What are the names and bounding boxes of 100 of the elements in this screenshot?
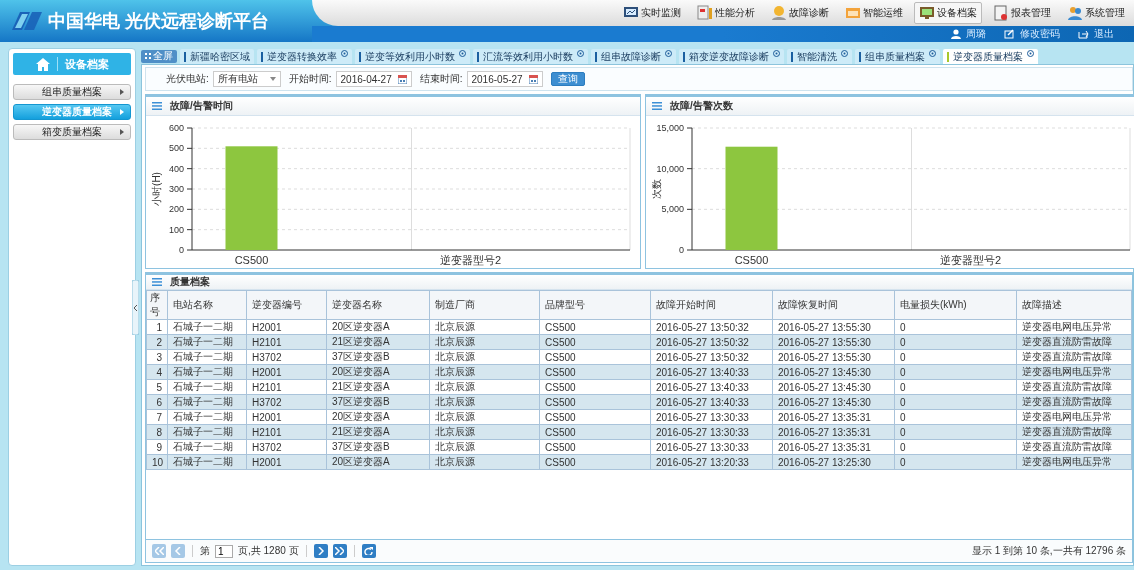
user-name: 周璐 — [966, 27, 986, 41]
table-cell: 21区逆变器A — [326, 379, 430, 395]
home-icon — [35, 57, 50, 71]
table-cell: H2001 — [246, 319, 327, 335]
tick-label: 100 — [168, 224, 184, 235]
tab[interactable]: 汇流等效利用小时数 — [473, 49, 588, 64]
tick-label: 600 — [168, 123, 184, 133]
column-header[interactable]: 故障开始时间 — [650, 290, 773, 320]
tab[interactable]: 组串故障诊断 — [591, 49, 676, 64]
column-header[interactable]: 故障恢复时间 — [772, 290, 895, 320]
close-icon[interactable] — [773, 50, 780, 57]
close-icon[interactable] — [577, 50, 584, 57]
column-header[interactable]: 故障描述 — [1016, 290, 1132, 320]
table-cell: 9 — [146, 439, 168, 455]
column-header[interactable]: 逆变器编号 — [246, 290, 327, 320]
table-cell: 37区逆变器B — [326, 439, 430, 455]
table-cell: 1 — [146, 319, 168, 335]
header-link[interactable]: 修改密码 — [1020, 27, 1060, 41]
table-cell: 北京辰源 — [429, 409, 540, 425]
column-header[interactable]: 品牌型号 — [539, 290, 651, 320]
tab[interactable]: 智能清洗 — [787, 49, 852, 64]
station-select[interactable]: 所有电站 — [212, 71, 281, 87]
app-title: 中国华电 光伏远程诊断平台 — [48, 10, 269, 33]
nav-button[interactable]: 智能运维 — [840, 2, 908, 24]
sidebar-item[interactable]: 箱变质量档案 — [13, 124, 131, 140]
calendar-icon — [397, 74, 407, 84]
category-label: 逆变器型号2 — [939, 254, 1002, 266]
field-label: 结束时间: — [419, 72, 463, 86]
document-icon — [993, 5, 1009, 21]
table-cell: H2001 — [246, 409, 327, 425]
nav-button[interactable]: 性能分析 — [692, 2, 760, 24]
next-page-button[interactable] — [313, 544, 328, 558]
close-icon[interactable] — [1027, 50, 1034, 57]
date-field[interactable]: 2016-04-27 — [335, 71, 412, 87]
table-cell: 2016-05-27 13:35:31 — [772, 409, 895, 425]
page-input[interactable]: 1 — [215, 544, 233, 558]
page-count: 页,共 1280 页 — [238, 544, 299, 558]
collapse-handle[interactable] — [132, 279, 139, 335]
table-cell: 石城子一二期 — [167, 439, 247, 455]
nav-button[interactable]: 故障诊断 — [766, 2, 834, 24]
date-field[interactable]: 2016-05-27 — [466, 71, 543, 87]
column-header[interactable]: 电量损失(kWh) — [894, 290, 1017, 320]
grid-icon — [145, 53, 151, 59]
tab[interactable]: 组串质量档案 — [855, 49, 940, 64]
nav-label: 报表管理 — [1011, 6, 1051, 20]
tick-label: 15,000 — [656, 123, 684, 133]
nav-button[interactable]: 实时监测 — [618, 2, 686, 24]
menu-icon — [652, 102, 662, 110]
sidebar-item[interactable]: 组串质量档案 — [13, 84, 131, 100]
nav-label: 性能分析 — [715, 6, 755, 20]
table-cell: 37区逆变器B — [326, 349, 430, 365]
field-label: 开始时间: — [288, 72, 332, 86]
table-cell: 0 — [894, 349, 1017, 365]
close-icon[interactable] — [841, 50, 848, 57]
menu-icon — [152, 102, 162, 110]
close-icon[interactable] — [341, 50, 348, 57]
tab[interactable]: 箱变逆变故障诊断 — [679, 49, 784, 64]
tab[interactable]: 新疆哈密区域 — [180, 49, 254, 64]
nav-button[interactable]: 报表管理 — [988, 2, 1056, 24]
chevron-icon — [120, 109, 124, 115]
logout-icon — [1078, 29, 1089, 39]
last-page-button[interactable] — [332, 544, 347, 558]
table-cell: H2101 — [246, 379, 327, 395]
table-cell: 2016-05-27 13:40:33 — [650, 379, 773, 395]
user-icon — [951, 29, 961, 39]
table-cell: 0 — [894, 379, 1017, 395]
first-page-icon — [154, 547, 164, 555]
query-button[interactable]: 查询 — [550, 72, 585, 86]
edit-icon — [1004, 29, 1015, 39]
nav-button[interactable]: 设备档案 — [914, 2, 982, 24]
column-header[interactable]: 逆变器名称 — [326, 290, 430, 320]
chart-icon — [697, 5, 713, 21]
close-icon[interactable] — [665, 50, 672, 57]
table-cell: 北京辰源 — [429, 439, 540, 455]
tab[interactable]: 逆变等效利用小时数 — [355, 49, 470, 64]
page-info: 显示 1 到第 10 条,一共有 12796 条 — [972, 544, 1126, 558]
header-link[interactable]: 退出 — [1094, 27, 1114, 41]
sidebar-title: 设备档案 — [64, 56, 109, 72]
close-icon[interactable] — [929, 50, 936, 57]
table-cell: 北京辰源 — [429, 319, 540, 335]
tick-label: 500 — [168, 143, 184, 154]
column-header[interactable]: 制造厂商 — [429, 290, 540, 320]
refresh-button[interactable] — [361, 544, 376, 558]
nav-button[interactable]: 系统管理 — [1062, 2, 1130, 24]
table-cell: 逆变器直流防雷故障 — [1016, 349, 1132, 365]
tick-label: 300 — [168, 184, 184, 194]
nav-label: 故障诊断 — [789, 6, 829, 20]
close-icon[interactable] — [459, 50, 466, 57]
refresh-icon — [364, 547, 374, 555]
column-header[interactable]: 序号 — [146, 290, 168, 320]
chevron-icon — [120, 129, 124, 135]
tab[interactable]: 逆变器转换效率 — [257, 49, 352, 64]
panel-title: 故障/告警次数 — [670, 99, 733, 113]
table-cell: 2016-05-27 13:35:31 — [772, 439, 895, 455]
table-cell: 20区逆变器A — [326, 319, 430, 335]
menu-icon — [152, 278, 162, 286]
nav-label: 实时监测 — [641, 6, 681, 20]
table-cell: H3702 — [246, 349, 327, 365]
column-header[interactable]: 电站名称 — [167, 290, 247, 320]
tab[interactable]: 逆变器质量档案 — [943, 49, 1038, 64]
